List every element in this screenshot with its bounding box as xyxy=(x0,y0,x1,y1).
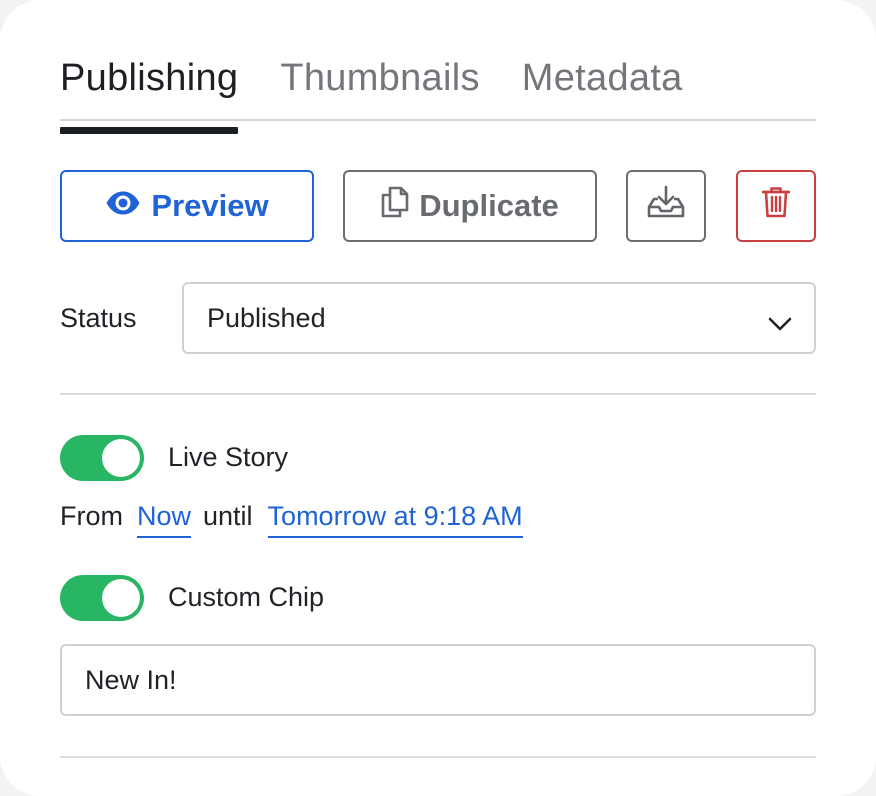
tab-publishing[interactable]: Publishing xyxy=(60,50,239,134)
copy-icon xyxy=(381,186,409,226)
status-select-value: Published xyxy=(207,302,326,333)
live-story-toggle[interactable] xyxy=(60,435,144,481)
trash-icon xyxy=(761,186,791,226)
from-date-link[interactable]: Now xyxy=(137,498,192,538)
live-story-label: Live Story xyxy=(168,442,289,472)
divider xyxy=(60,756,816,758)
until-label: until xyxy=(203,501,253,531)
chevron-down-icon xyxy=(768,308,792,339)
eye-icon xyxy=(105,188,141,224)
duplicate-button-label: Duplicate xyxy=(419,188,559,223)
status-select[interactable]: Published xyxy=(182,282,816,354)
status-label: Status xyxy=(60,303,137,333)
preview-button-label: Preview xyxy=(151,188,269,223)
delete-button[interactable] xyxy=(736,170,816,242)
tab-metadata[interactable]: Metadata xyxy=(522,50,683,119)
tab-bar: Publishing Thumbnails Metadata xyxy=(60,50,816,134)
custom-chip-input[interactable] xyxy=(60,644,816,716)
divider xyxy=(60,393,816,395)
toggle-knob xyxy=(102,439,140,477)
until-date-link[interactable]: Tomorrow at 9:18 AM xyxy=(267,498,523,538)
publishing-panel: Publishing Thumbnails Metadata Preview D… xyxy=(0,0,876,796)
toggle-knob xyxy=(102,579,140,617)
from-label: From xyxy=(60,501,123,531)
preview-button[interactable]: Preview xyxy=(60,170,314,242)
duplicate-button[interactable]: Duplicate xyxy=(343,170,597,242)
tab-thumbnails[interactable]: Thumbnails xyxy=(280,50,479,119)
custom-chip-label: Custom Chip xyxy=(168,582,325,612)
schedule-row: From Now until Tomorrow at 9:18 AM xyxy=(60,498,523,538)
custom-chip-toggle[interactable] xyxy=(60,575,144,621)
download-button[interactable] xyxy=(626,170,706,242)
download-tray-icon xyxy=(647,185,685,227)
